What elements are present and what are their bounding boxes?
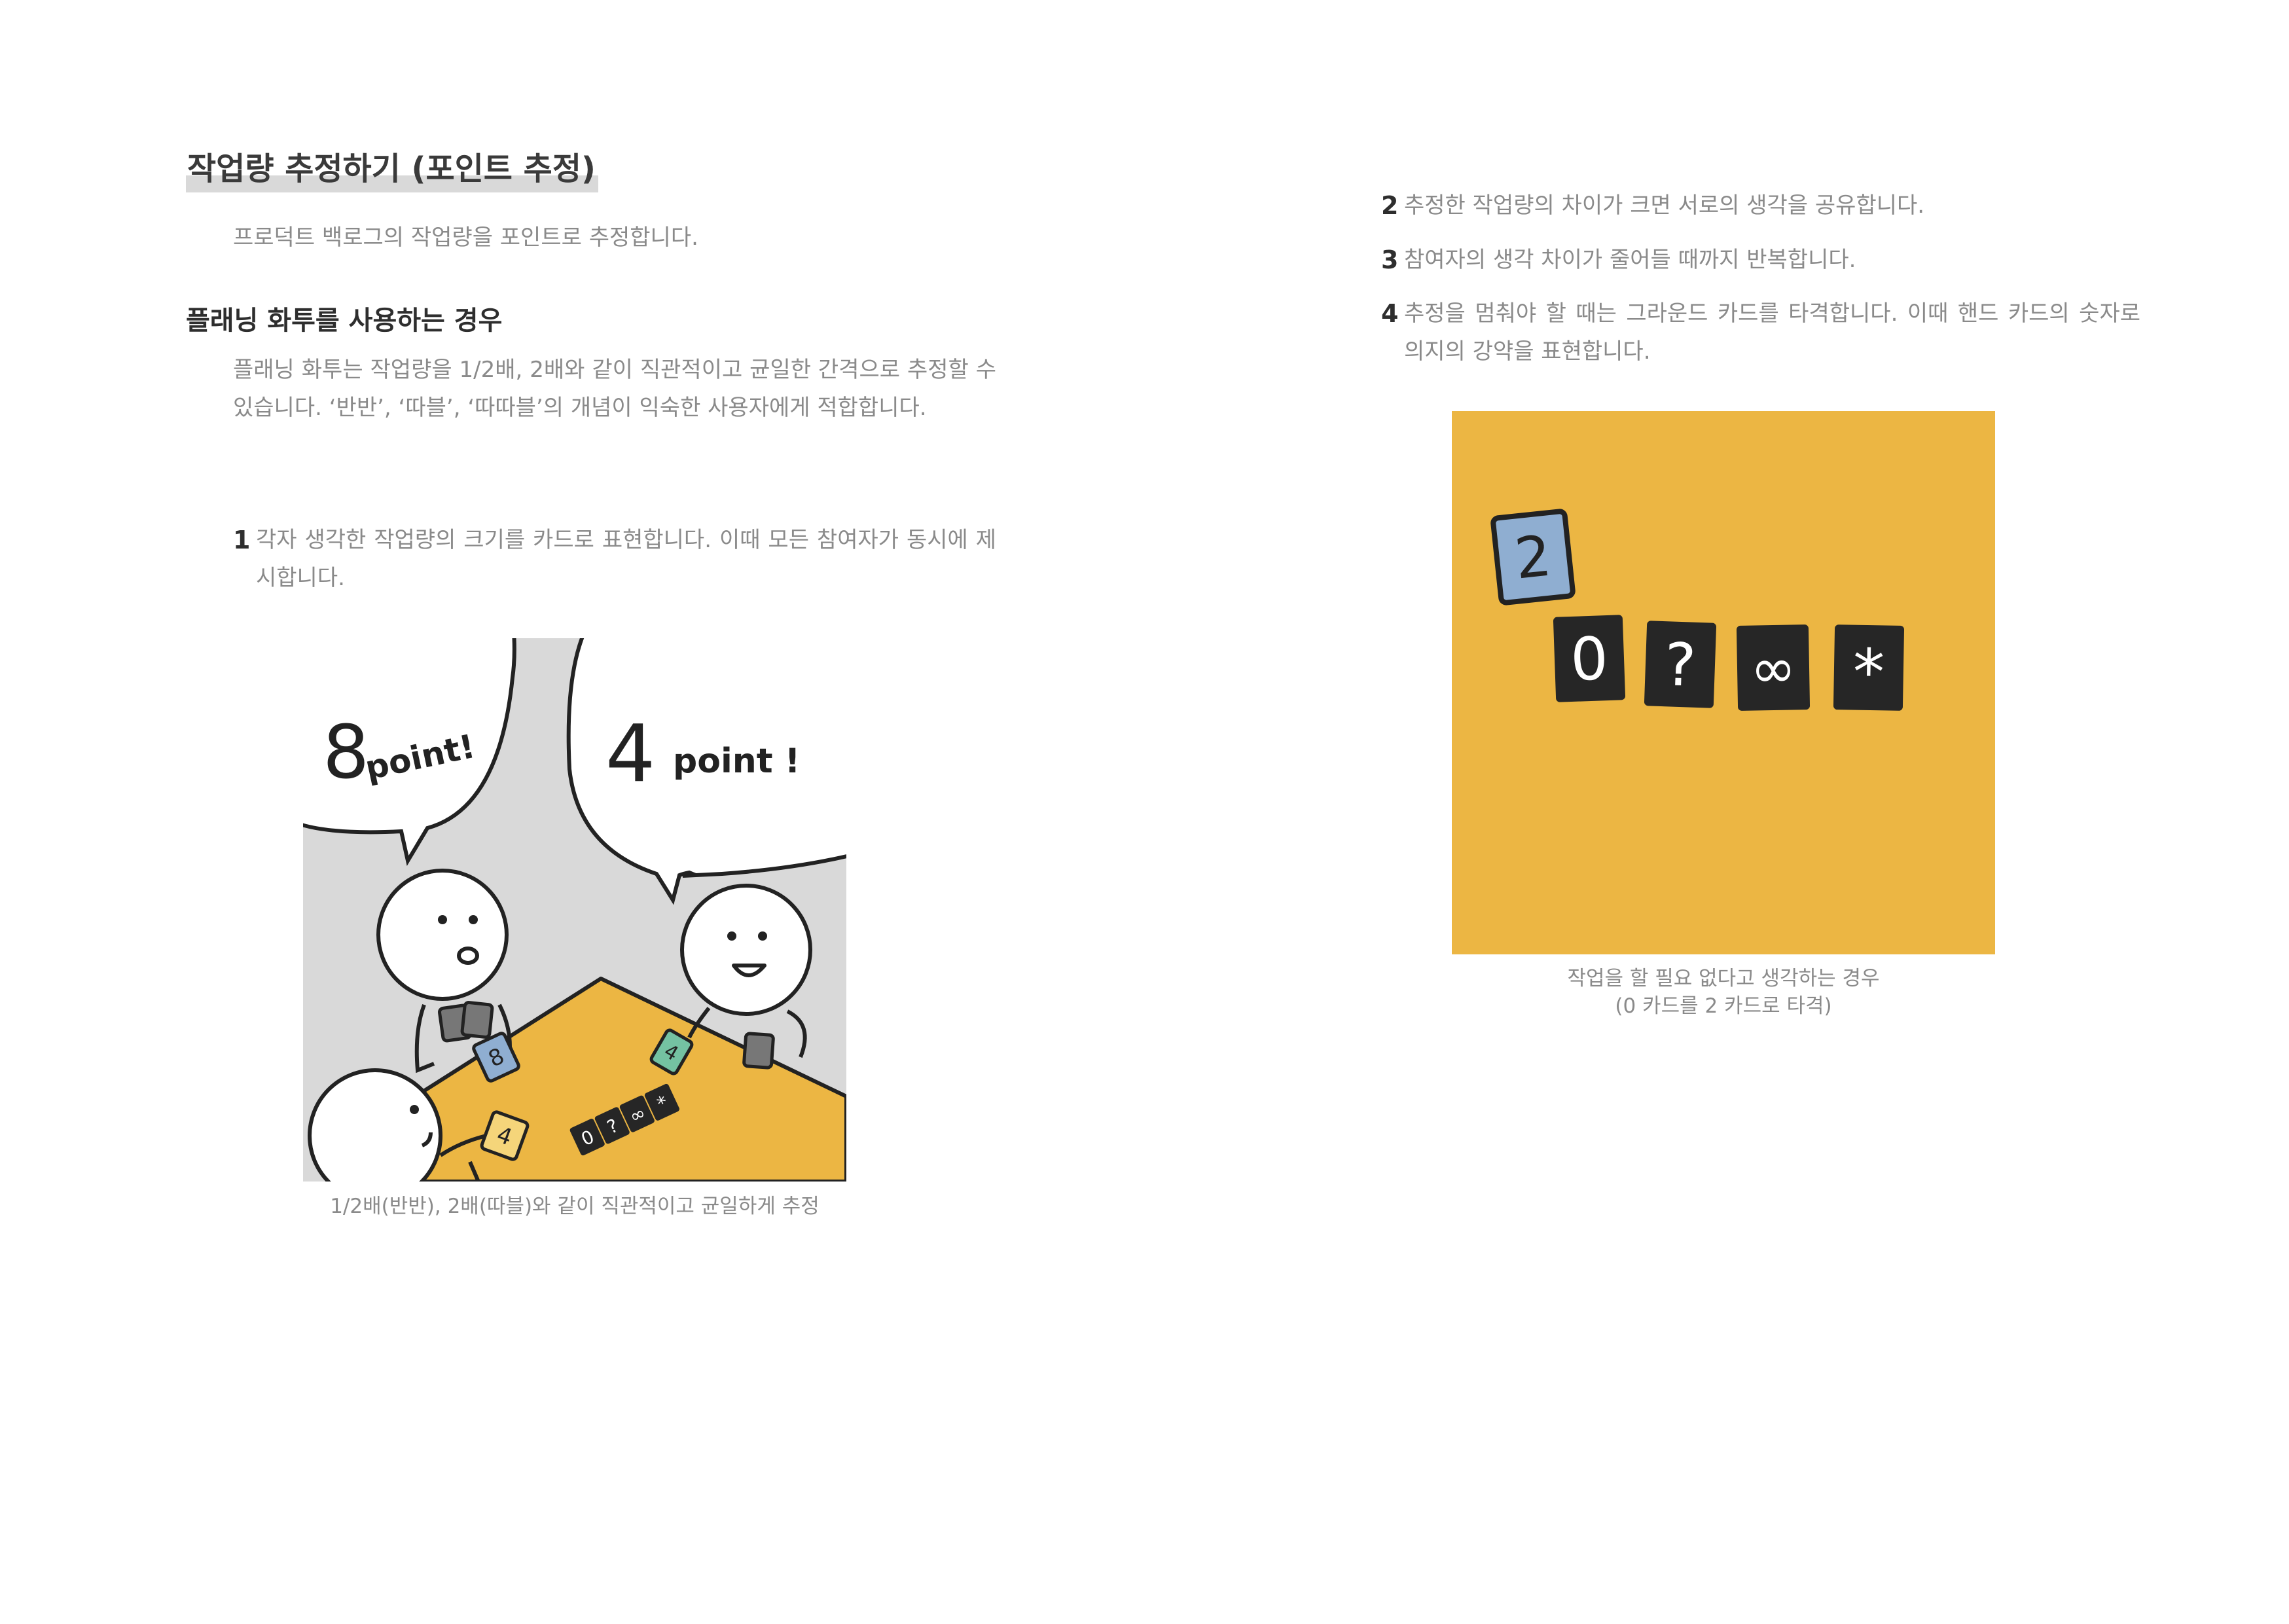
card-label: 0 bbox=[1570, 624, 1610, 695]
step-text: 각자 생각한 작업량의 크기를 카드로 표현합니다. 이때 모든 참여자가 동시… bbox=[256, 527, 996, 591]
held-card bbox=[460, 1001, 494, 1039]
card-label: 2 bbox=[1512, 523, 1555, 592]
caption-left: 1/2배(반반), 2배(따블)와 같이 직관적이고 균일하게 추정 bbox=[330, 1195, 820, 1218]
card-label: ∞ bbox=[1750, 636, 1797, 700]
step-3: 3 참여자의 생각 차이가 줄어들 때까지 반복합니다. bbox=[1381, 241, 2140, 279]
step-text: 추정한 작업량의 차이가 크면 서로의 생각을 공유합니다. bbox=[1404, 192, 1925, 219]
step-number: 1 bbox=[233, 526, 251, 554]
caption-right-line2: (0 카드를 2 카드로 타격) bbox=[1615, 994, 1832, 1018]
card-label: * bbox=[1852, 636, 1885, 710]
step-number: 3 bbox=[1381, 245, 1399, 274]
step-number: 4 bbox=[1381, 299, 1399, 328]
illustration-planning-table: 8 4 4 0 ? ∞ * 8 point! 4 point ! bbox=[303, 638, 846, 1182]
step-2: 2 추정한 작업량의 차이가 크면 서로의 생각을 공유합니다. bbox=[1381, 187, 2140, 225]
bubble-right-number: 4 bbox=[605, 709, 655, 800]
subheading: 플래닝 화투를 사용하는 경우 bbox=[186, 306, 503, 336]
hand-card: 2 bbox=[1490, 509, 1576, 605]
person-right-head bbox=[680, 884, 812, 1016]
intro-text: 프로덕트 백로그의 작업량을 포인트로 추정합니다. bbox=[233, 225, 698, 251]
mustard-background bbox=[1452, 411, 1995, 954]
step-text: 참여자의 생각 차이가 줄어들 때까지 반복합니다. bbox=[1404, 247, 1856, 273]
section-title-wrap: 작업량 추정하기 (포인트 추정) bbox=[186, 149, 598, 192]
bubble-right-word: point ! bbox=[673, 742, 800, 781]
person-bottom-head bbox=[308, 1068, 442, 1182]
illustration-ground-cards: 2 0 ? ∞ * bbox=[1452, 411, 1995, 954]
caption-right: 작업을 할 필요 없다고 생각하는 경우 (0 카드를 2 카드로 타격) bbox=[1452, 965, 1995, 1020]
step-number: 2 bbox=[1381, 191, 1399, 220]
step-4: 4 추정을 멈춰야 할 때는 그라운드 카드를 타격합니다. 이때 핸드 카드의… bbox=[1381, 295, 2140, 370]
step-1: 1 각자 생각한 작업량의 크기를 카드로 표현합니다. 이때 모든 참여자가 … bbox=[233, 521, 996, 597]
card-label: ? bbox=[1663, 630, 1697, 700]
person-left-head bbox=[376, 869, 509, 1001]
paragraph: 플래닝 화투는 작업량을 1/2배, 2배와 같이 직관적이고 균일한 간격으로… bbox=[233, 357, 996, 421]
held-card bbox=[742, 1032, 775, 1070]
step-text: 추정을 멈춰야 할 때는 그라운드 카드를 타격합니다. 이때 핸드 카드의 숫… bbox=[1404, 300, 2140, 365]
caption-right-line1: 작업을 할 필요 없다고 생각하는 경우 bbox=[1567, 967, 1880, 990]
section-title: 작업량 추정하기 (포인트 추정) bbox=[186, 149, 598, 192]
